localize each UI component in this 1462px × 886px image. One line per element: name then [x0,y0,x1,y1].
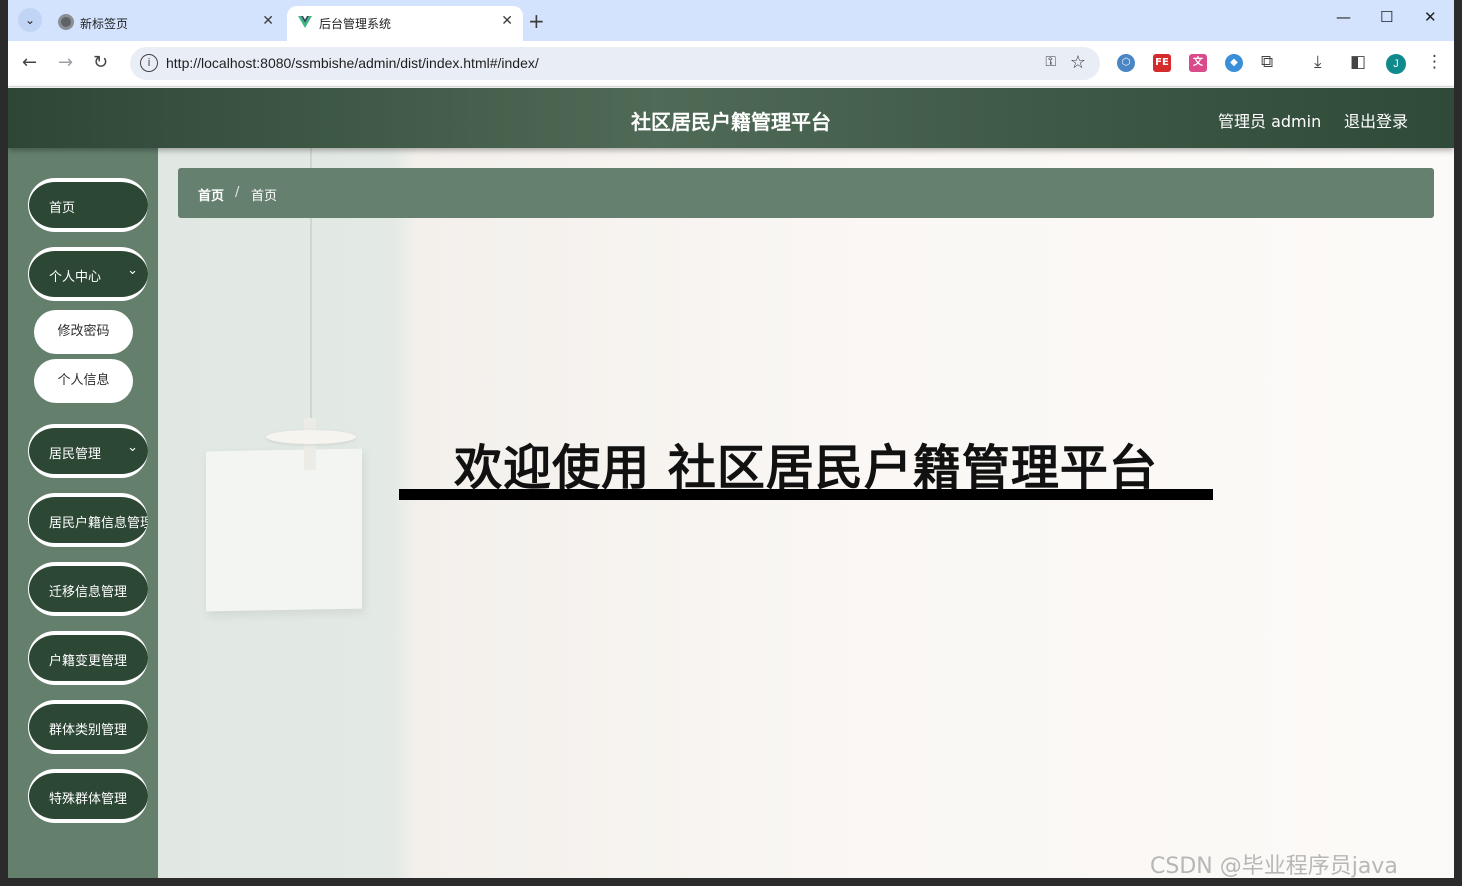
close-icon[interactable]: ✕ [501,13,513,29]
tab-title: 后台管理系统 [319,17,392,31]
chrome-icon [58,14,74,30]
download-icon[interactable]: ⤓ [1314,52,1322,72]
tab-strip: ⌄ 新标签页 ✕ 后台管理系统 ✕ + — ☐ ✕ [8,0,1454,41]
maximize-icon[interactable]: ☐ [1380,8,1393,26]
profile-avatar[interactable]: J [1386,54,1406,74]
close-window-icon[interactable]: ✕ [1424,8,1437,26]
side-panel-icon[interactable]: ◧ [1350,52,1366,72]
extension-shield-icon[interactable]: ◆ [1225,54,1243,72]
sidebar-item-label: 迁移信息管理 [49,585,128,600]
breadcrumb-separator: / [235,185,240,200]
new-tab-plus-icon[interactable]: + [528,9,545,33]
breadcrumb-item-home[interactable]: 首页 [198,185,224,204]
chevron-down-icon: ⌄ [127,440,138,455]
sidebar-item-label: 户籍变更管理 [49,654,128,669]
welcome-heading: 欢迎使用 社区居民户籍管理平台 [454,440,1158,496]
minimize-icon[interactable]: — [1336,8,1351,26]
sidebar-item-home[interactable]: 首页 [28,178,148,232]
more-menu-icon[interactable]: ⋮ [1426,52,1443,72]
background-hanging-card [206,448,362,612]
site-info-icon[interactable]: i [140,54,158,72]
browser-window: ⌄ 新标签页 ✕ 后台管理系统 ✕ + — ☐ ✕ ← → ↻ i http:/… [8,0,1454,878]
close-icon[interactable]: ✕ [262,13,274,29]
sidebar: 首页 个人中心 ⌄ 修改密码 个人信息 居民管理 ⌄ 居民户籍信息管理 迁移信息… [8,148,158,878]
sidebar-item-personal-center[interactable]: 个人中心 ⌄ [28,247,148,301]
url-text: http://localhost:8080/ssmbishe/admin/dis… [166,55,539,71]
background-lamp-stem [304,418,316,470]
welcome-underline [399,489,1213,500]
app-header: 社区居民户籍管理平台 管理员 admin 退出登录 [8,88,1454,148]
sidebar-item-household-info[interactable]: 居民户籍信息管理 [28,493,148,547]
reload-icon[interactable]: ↻ [93,52,108,73]
sidebar-item-label: 首页 [49,201,76,216]
sidebar-subitem-personal-info[interactable]: 个人信息 [34,359,133,403]
tab-search-chevron-icon[interactable]: ⌄ [18,8,42,32]
key-icon[interactable]: ⚿ [1045,54,1056,70]
sidebar-item-label: 居民户籍信息管理 [49,516,148,531]
address-bar[interactable]: i http://localhost:8080/ssmbishe/admin/d… [130,47,1100,80]
sidebar-item-migration[interactable]: 迁移信息管理 [28,562,148,616]
forward-arrow-icon[interactable]: → [58,52,73,73]
tab-new-tab[interactable]: 新标签页 ✕ [48,6,284,41]
sidebar-subitem-change-password[interactable]: 修改密码 [34,310,133,354]
extension-translate-icon[interactable]: 文 [1189,54,1207,72]
logout-button[interactable]: 退出登录 [1344,108,1408,132]
extension-hexagon-icon[interactable]: ⬡ [1117,54,1135,72]
breadcrumb-item-current: 首页 [251,189,278,204]
sidebar-item-label: 居民管理 [49,447,102,462]
background-lamp-disc [266,430,356,444]
back-arrow-icon[interactable]: ← [22,52,37,73]
breadcrumb: 首页 / 首页 [178,168,1434,218]
watermark-text: CSDN @毕业程序员java [1150,854,1398,879]
main-content: 首页 / 首页 欢迎使用 社区居民户籍管理平台 [158,148,1454,878]
vue-icon [298,16,312,28]
tab-admin[interactable]: 后台管理系统 ✕ [287,6,523,41]
extension-fe-icon[interactable]: FE [1153,54,1171,72]
admin-app: 社区居民户籍管理平台 管理员 admin 退出登录 首页 个人中心 ⌄ 修改密码… [8,88,1454,878]
user-label: 管理员 admin [1218,112,1322,131]
sidebar-item-label: 群体类别管理 [49,723,128,738]
chevron-down-icon: ⌄ [127,263,138,278]
sidebar-item-special-group[interactable]: 特殊群体管理 [28,769,148,823]
sidebar-item-group-category[interactable]: 群体类别管理 [28,700,148,754]
bookmark-star-icon[interactable]: ☆ [1070,52,1086,73]
extensions-puzzle-icon[interactable]: ⧉ [1261,52,1273,72]
browser-toolbar: ← → ↻ i http://localhost:8080/ssmbishe/a… [8,41,1454,87]
sidebar-item-label: 特殊群体管理 [49,792,128,807]
sidebar-item-resident-management[interactable]: 居民管理 ⌄ [28,424,148,478]
sidebar-item-household-change[interactable]: 户籍变更管理 [28,631,148,685]
tab-title: 新标签页 [80,17,129,31]
sidebar-item-label: 个人中心 [49,270,102,285]
